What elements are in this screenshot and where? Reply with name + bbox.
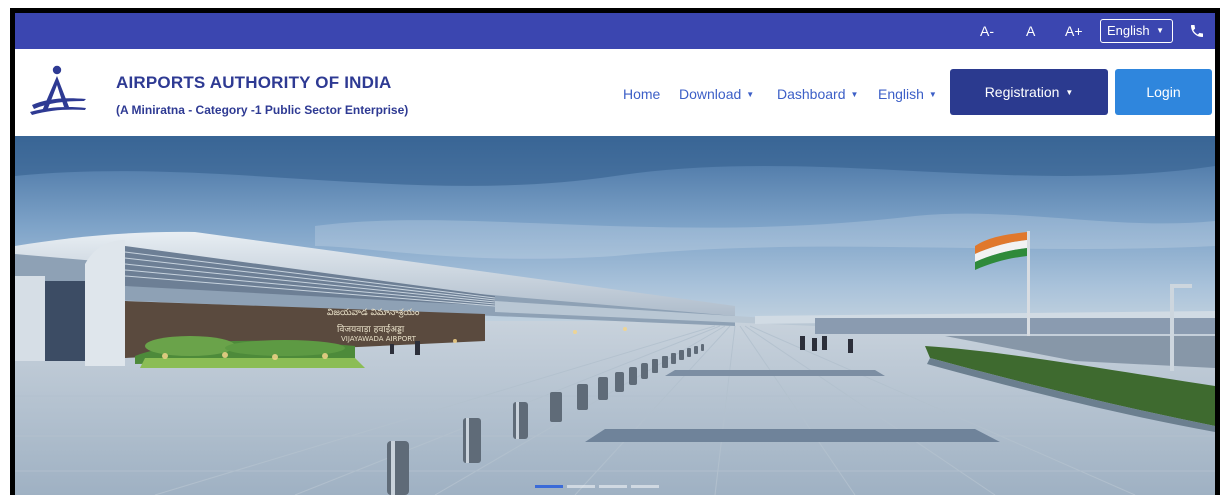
- carousel-indicators: [535, 485, 659, 489]
- org-subtitle: (A Miniratna - Category -1 Public Sector…: [116, 103, 409, 117]
- page: A- A A+ English ▼ AIRPORTS AUTHORITY OF …: [15, 13, 1215, 495]
- airport-photo: [15, 136, 1215, 495]
- registration-button[interactable]: Registration ▼: [950, 69, 1108, 115]
- font-decrease-button[interactable]: A-: [980, 13, 994, 49]
- chevron-down-icon: ▼: [928, 90, 937, 99]
- carousel-dot[interactable]: [535, 485, 563, 488]
- nav-language[interactable]: English ▼: [878, 86, 937, 102]
- airport-sign-english: VIJAYAWADA AIRPORT: [341, 335, 416, 343]
- top-language-select[interactable]: English ▼: [1100, 19, 1173, 43]
- carousel-dot[interactable]: [631, 485, 659, 488]
- chevron-down-icon: ▼: [850, 90, 859, 99]
- nav-download-label: Download: [679, 86, 742, 102]
- carousel-dot[interactable]: [599, 485, 627, 488]
- chevron-down-icon: ▼: [1156, 26, 1164, 35]
- org-name: AIRPORTS AUTHORITY OF INDIA: [116, 73, 392, 92]
- nav-dashboard[interactable]: Dashboard ▼: [777, 86, 858, 102]
- login-button[interactable]: Login: [1115, 69, 1212, 115]
- hero-banner: విజయవాడ విమానాశ్రయం विजयवाड़ा हवाईअड्डा …: [15, 136, 1215, 495]
- top-language-label: English: [1107, 23, 1150, 38]
- nav-home[interactable]: Home: [623, 86, 660, 102]
- top-utility-bar: A- A A+ English ▼: [15, 13, 1215, 49]
- aai-logo-icon[interactable]: [28, 63, 88, 119]
- site-header: AIRPORTS AUTHORITY OF INDIA (A Miniratna…: [15, 49, 1215, 136]
- chevron-down-icon: ▼: [746, 90, 755, 99]
- page-frame: A- A A+ English ▼ AIRPORTS AUTHORITY OF …: [10, 8, 1220, 495]
- carousel-dot[interactable]: [567, 485, 595, 488]
- font-normal-button[interactable]: A: [1026, 13, 1035, 49]
- nav-dashboard-label: Dashboard: [777, 86, 846, 102]
- chevron-down-icon: ▼: [1065, 88, 1074, 97]
- nav-download[interactable]: Download ▼: [679, 86, 754, 102]
- font-increase-button[interactable]: A+: [1065, 13, 1083, 49]
- registration-label: Registration: [984, 84, 1060, 100]
- phone-icon[interactable]: [1189, 23, 1205, 39]
- nav-language-label: English: [878, 86, 924, 102]
- airport-sign-hindi: विजयवाड़ा हवाईअड्डा: [337, 325, 405, 335]
- airport-sign-telugu: విజయవాడ విమానాశ్రయం: [327, 308, 420, 318]
